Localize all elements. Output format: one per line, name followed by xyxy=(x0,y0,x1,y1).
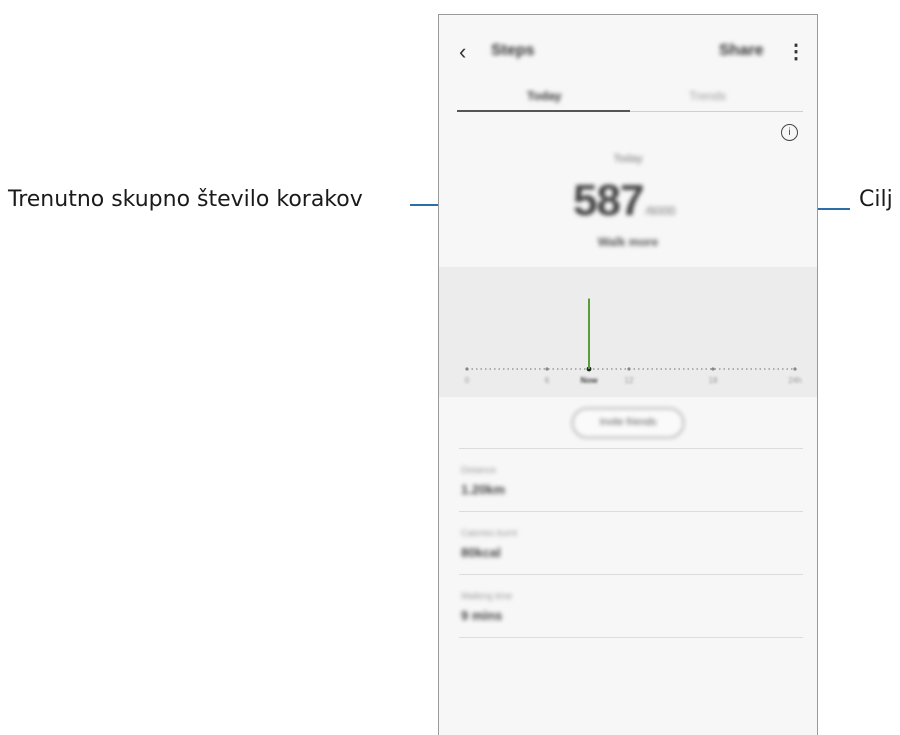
stat-value: 1.20km xyxy=(461,482,506,497)
invite-button[interactable]: Invite friends xyxy=(572,408,684,438)
share-button[interactable]: Share xyxy=(719,42,763,60)
chart-tick-label: 24h xyxy=(788,376,801,385)
back-arrow-icon[interactable]: ‹ xyxy=(459,39,466,65)
chart-tick-label: 12 xyxy=(625,376,634,385)
tab-divider xyxy=(630,111,803,112)
steps-chart: 0 6 Now 12 18 24h xyxy=(439,267,817,397)
steps-count: 587 xyxy=(573,176,644,225)
chart-tick-dot xyxy=(793,367,797,371)
tab-today[interactable]: Today xyxy=(527,89,561,103)
stat-label: Walking time xyxy=(461,591,513,601)
info-icon[interactable]: i xyxy=(781,124,798,141)
chart-tick-label: 0 xyxy=(465,376,470,385)
stats-list: Distance 1.20km Calories burnt 80kcal Wa… xyxy=(459,448,803,638)
chart-tick-dot xyxy=(711,367,715,371)
steps-chart-svg: 0 6 Now 12 18 24h xyxy=(465,298,802,385)
tab-indicator xyxy=(457,110,630,112)
steps-goal: /6000 xyxy=(645,204,676,218)
period-label: Today xyxy=(613,153,643,165)
app-bar: ‹ Steps Share ⋮ xyxy=(439,15,817,89)
tab-trends[interactable]: Trends xyxy=(689,89,726,103)
chart-tick-label: Now xyxy=(581,376,599,385)
stat-label: Distance xyxy=(461,465,497,475)
stat-item: Walking time 9 mins xyxy=(459,574,803,637)
tab-bar: Today Trends xyxy=(457,89,803,112)
page-title: Steps xyxy=(491,42,535,59)
stat-label: Calories burnt xyxy=(461,528,518,538)
stat-item: Calories burnt 80kcal xyxy=(459,511,803,574)
stat-value: 9 mins xyxy=(461,608,503,623)
chart-tick-dot xyxy=(465,367,469,371)
stats-end-divider xyxy=(459,637,803,638)
stat-item: Distance 1.20km xyxy=(459,448,803,511)
stat-value: 80kcal xyxy=(461,545,501,560)
callout-goal: Cilj xyxy=(859,187,893,212)
more-vertical-icon[interactable]: ⋮ xyxy=(786,39,806,64)
chart-tick-label: 18 xyxy=(709,376,718,385)
steps-summary: 587/6000 xyxy=(573,176,675,226)
steps-subtitle: Walk more xyxy=(597,235,659,249)
phone-screen: ‹ Steps Share ⋮ Today Trends i Today 587… xyxy=(438,14,818,735)
chart-tick-dot xyxy=(545,367,549,371)
chart-tick-label: 6 xyxy=(545,376,550,385)
callout-current-steps: Trenutno skupno število korakov xyxy=(8,187,363,212)
chart-tick-dot xyxy=(627,367,631,371)
